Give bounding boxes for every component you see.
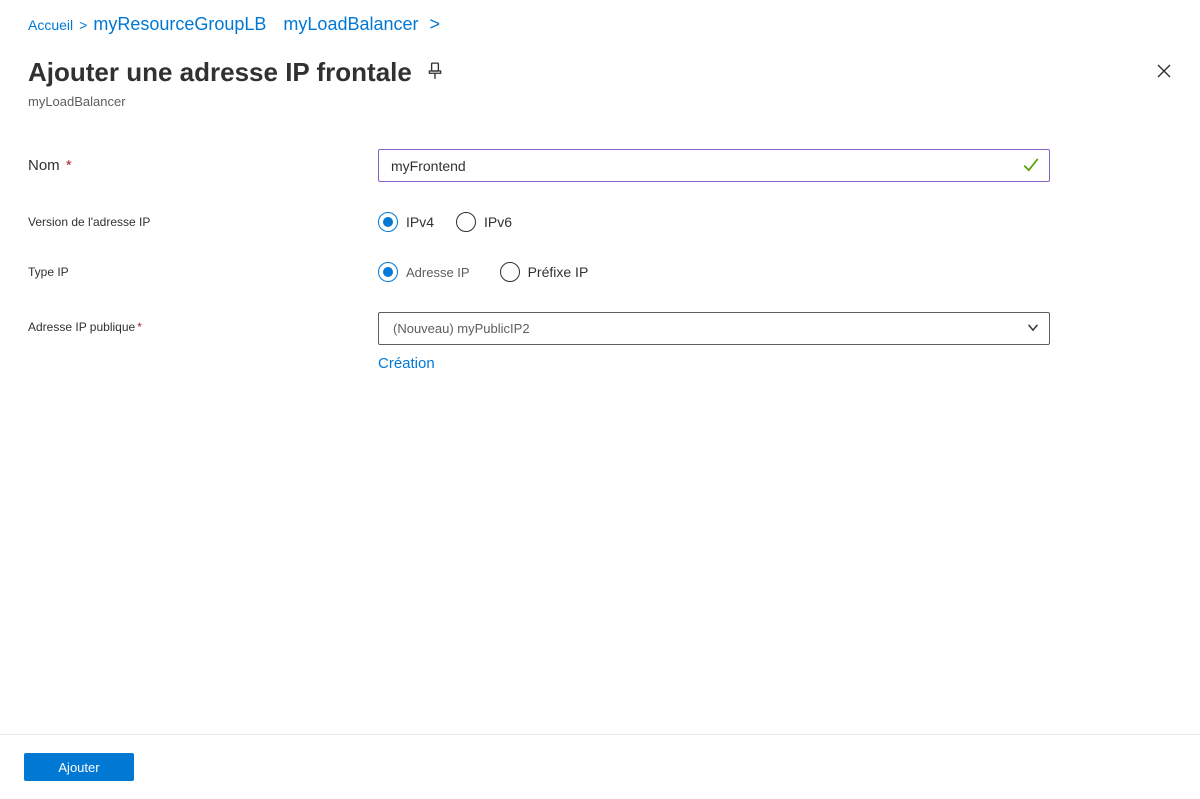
radio-ip-prefix-label: Préfixe IP [528, 264, 589, 280]
breadcrumb-load-balancer[interactable]: myLoadBalancer [283, 14, 418, 35]
public-ip-label: Adresse IP publique* [28, 312, 378, 334]
ip-version-label: Version de l'adresse IP [28, 215, 378, 229]
breadcrumb-separator: > [425, 14, 441, 35]
breadcrumb: Accueil > myResourceGroupLB myLoadBalanc… [0, 0, 1200, 35]
radio-ipv6[interactable]: IPv6 [456, 212, 512, 232]
breadcrumb-resource-group[interactable]: myResourceGroupLB [93, 14, 266, 35]
name-label-text: Nom [28, 157, 60, 174]
radio-ip-address[interactable]: Adresse IP [378, 262, 470, 282]
radio-ipv4-label: IPv4 [406, 214, 434, 230]
required-asterisk: * [137, 320, 142, 334]
radio-circle-icon [378, 262, 398, 282]
page-title: Ajouter une adresse IP frontale [28, 57, 412, 88]
name-label: Nom * [28, 157, 378, 174]
form: Nom * Version de l'adresse IP IPv4 [0, 109, 1200, 372]
name-input[interactable] [378, 149, 1050, 182]
form-row-name: Nom * [28, 149, 1172, 182]
breadcrumb-separator: > [79, 17, 87, 33]
footer: Ajouter [0, 734, 1200, 799]
form-row-ip-type: Type IP Adresse IP Préfixe IP [28, 262, 1172, 282]
radio-ipv6-label: IPv6 [484, 214, 512, 230]
radio-ipv4[interactable]: IPv4 [378, 212, 434, 232]
form-row-public-ip: Adresse IP publique* (Nouveau) myPublicI… [28, 312, 1172, 372]
required-asterisk: * [66, 157, 72, 174]
ip-type-radio-group: Adresse IP Préfixe IP [378, 262, 1050, 282]
ip-type-label: Type IP [28, 265, 378, 279]
public-ip-label-text: Adresse IP publique [28, 320, 135, 334]
create-new-link[interactable]: Création [378, 355, 435, 372]
radio-ip-prefix[interactable]: Préfixe IP [500, 262, 589, 282]
ip-version-radio-group: IPv4 IPv6 [378, 212, 1050, 232]
breadcrumb-home[interactable]: Accueil [28, 17, 73, 33]
pin-icon[interactable] [426, 62, 444, 83]
add-button[interactable]: Ajouter [24, 753, 134, 781]
breadcrumb-separator [272, 14, 277, 35]
public-ip-select-value: (Nouveau) myPublicIP2 [393, 321, 530, 336]
radio-circle-icon [456, 212, 476, 232]
header: Ajouter une adresse IP frontale [0, 35, 1200, 88]
page-subtitle: myLoadBalancer [0, 88, 1200, 109]
radio-circle-icon [378, 212, 398, 232]
public-ip-select[interactable]: (Nouveau) myPublicIP2 [378, 312, 1050, 345]
radio-circle-icon [500, 262, 520, 282]
close-button[interactable] [1156, 63, 1172, 82]
form-row-ip-version: Version de l'adresse IP IPv4 IPv6 [28, 212, 1172, 232]
checkmark-icon [1022, 155, 1040, 176]
radio-ip-address-label: Adresse IP [406, 265, 470, 280]
